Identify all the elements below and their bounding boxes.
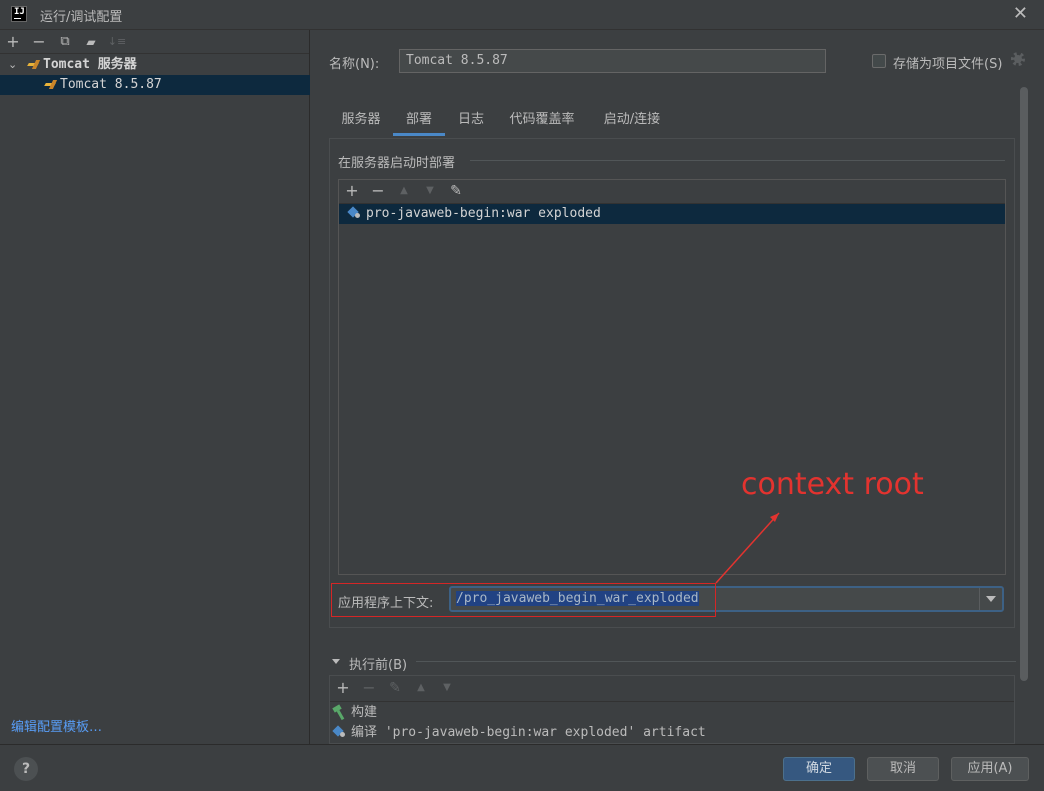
move-up-icon[interactable]: ▲ <box>394 181 414 201</box>
vertical-scrollbar[interactable] <box>1020 87 1028 681</box>
config-tree-pane: + − ⧉ ▰ ↓≡ ⌄ Tomcat 服务器 Tomcat 8.5.87 编辑… <box>0 30 310 744</box>
before-launch-toolbar: + − ✎ ▲ ▼ <box>330 676 1014 702</box>
sort-configs-icon[interactable]: ↓≡ <box>107 32 127 52</box>
tree-group-label: Tomcat 服务器 <box>43 57 137 72</box>
edit-config-templates-link[interactable]: 编辑配置模板… <box>11 716 102 735</box>
list-item[interactable]: 编译 'pro-javaweb-begin:war exploded' arti… <box>330 723 1014 743</box>
artifact-icon <box>347 208 361 220</box>
ok-button[interactable]: 确定 <box>783 757 855 781</box>
application-context-combobox[interactable]: /pro_javaweb_begin_war_exploded <box>449 586 1004 612</box>
store-as-project-file-checkbox[interactable] <box>872 54 886 68</box>
add-task-icon[interactable]: + <box>333 678 353 698</box>
config-detail-pane: 名称(N): Tomcat 8.5.87 存储为项目文件(S) 服务器 部署 日… <box>311 30 1044 744</box>
artifact-icon <box>332 727 346 739</box>
tomcat-icon <box>28 60 40 69</box>
list-item[interactable]: pro-javaweb-begin:war exploded <box>339 204 1005 224</box>
move-to-folder-icon[interactable]: ▰ <box>81 32 101 52</box>
tab-code-coverage[interactable]: 代码覆盖率 <box>497 104 587 136</box>
artifact-toolbar: + − ▲ ▼ ✎ <box>339 180 1005 204</box>
edit-task-icon[interactable]: ✎ <box>385 678 405 698</box>
tree-group-tomcat[interactable]: ⌄ Tomcat 服务器 <box>0 55 310 75</box>
title-bar: IJ 运行/调试配置 ✕ <box>0 0 1044 30</box>
tab-server[interactable]: 服务器 <box>329 104 393 136</box>
selected-text: /pro_javaweb_begin_war_exploded <box>456 591 699 606</box>
name-field[interactable]: Tomcat 8.5.87 <box>399 49 826 73</box>
task-label: 构建 <box>351 705 378 720</box>
intellij-app-icon: IJ <box>11 6 27 22</box>
tab-startup-connection[interactable]: 启动/连接 <box>589 104 675 136</box>
artifact-list: + − ▲ ▼ ✎ pro-javaweb-begin:war exploded <box>338 179 1006 575</box>
remove-config-icon[interactable]: − <box>29 32 49 52</box>
tab-deployment[interactable]: 部署 <box>393 104 445 136</box>
before-launch-title[interactable]: 执行前(B) <box>349 654 407 673</box>
section-divider <box>470 160 1005 161</box>
copy-config-icon[interactable]: ⧉ <box>55 32 75 52</box>
move-up-icon[interactable]: ▲ <box>411 678 431 698</box>
app-icon-text: IJ <box>14 7 25 17</box>
store-as-project-file-label: 存储为项目文件(S) <box>893 57 1003 72</box>
add-config-icon[interactable]: + <box>3 32 23 52</box>
gear-icon[interactable] <box>1011 52 1025 66</box>
remove-task-icon[interactable]: − <box>359 678 379 698</box>
deployment-panel: 在服务器启动时部署 + − ▲ ▼ ✎ pro-javaweb-begin:wa… <box>329 138 1015 628</box>
annotation-label: context root <box>741 467 924 502</box>
remove-artifact-icon[interactable]: − <box>368 181 388 201</box>
tree-item-tomcat-8587[interactable]: Tomcat 8.5.87 <box>0 75 310 95</box>
tomcat-icon <box>45 80 57 89</box>
task-label: 编译 'pro-javaweb-begin:war exploded' arti… <box>351 725 706 740</box>
chevron-down-icon[interactable]: ⌄ <box>8 55 17 75</box>
deploy-section-title: 在服务器启动时部署 <box>338 152 466 171</box>
dialog-button-bar: ? 确定 取消 应用(A) <box>0 744 1044 791</box>
cancel-button[interactable]: 取消 <box>867 757 939 781</box>
window-title: 运行/调试配置 <box>40 10 123 25</box>
name-label: 名称(N): <box>329 57 380 72</box>
list-item[interactable]: 构建 <box>330 703 1014 723</box>
tree-item-label: Tomcat 8.5.87 <box>60 77 162 92</box>
hammer-icon <box>333 706 347 720</box>
apply-button[interactable]: 应用(A) <box>951 757 1029 781</box>
tab-logs[interactable]: 日志 <box>445 104 497 136</box>
artifact-label: pro-javaweb-begin:war exploded <box>366 206 601 221</box>
section-divider <box>416 661 1016 662</box>
help-button[interactable]: ? <box>14 757 38 781</box>
add-artifact-icon[interactable]: + <box>342 181 362 201</box>
move-down-icon[interactable]: ▼ <box>437 678 457 698</box>
move-down-icon[interactable]: ▼ <box>420 181 440 201</box>
dropdown-arrow-icon[interactable] <box>986 596 996 602</box>
config-tree-toolbar: + − ⧉ ▰ ↓≡ <box>0 30 309 54</box>
combo-divider <box>979 588 980 610</box>
application-context-label: 应用程序上下文: <box>338 596 434 611</box>
close-icon[interactable]: ✕ <box>1013 4 1028 24</box>
edit-artifact-icon[interactable]: ✎ <box>446 181 466 201</box>
before-launch-list: + − ✎ ▲ ▼ 构建 编译 'pro-javaweb-begin:war e… <box>329 675 1015 744</box>
collapse-triangle-icon[interactable] <box>332 659 340 664</box>
config-tabs: 服务器 部署 日志 代码覆盖率 启动/连接 <box>329 104 1009 136</box>
application-context-value[interactable]: /pro_javaweb_begin_war_exploded <box>456 590 699 608</box>
